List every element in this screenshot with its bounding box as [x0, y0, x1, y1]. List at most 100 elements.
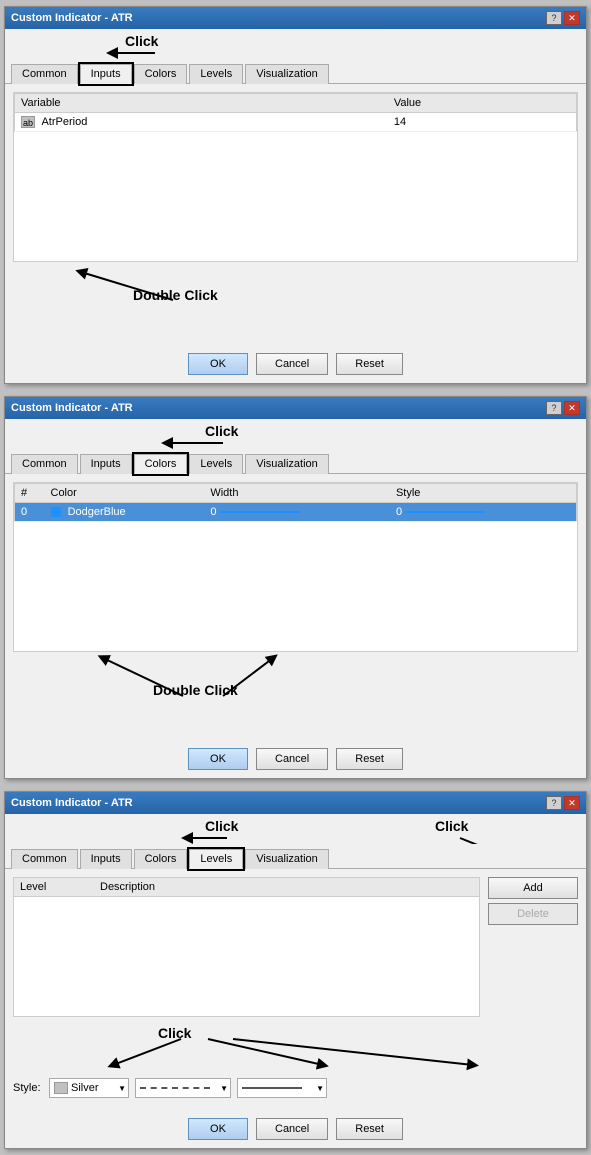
color-name: DodgerBlue [68, 506, 126, 518]
style-section: Click [13, 1017, 578, 1102]
reset-button-1[interactable]: Reset [336, 353, 403, 375]
close-button-2[interactable]: ✕ [564, 401, 580, 415]
tab-levels-2[interactable]: Levels [189, 454, 243, 474]
title-bar-1: Custom Indicator - ATR ? ✕ [5, 7, 586, 29]
tab-bar-1: Common Inputs Colors Levels Visualizatio… [5, 59, 586, 84]
line-style-select-1[interactable]: ▼ [135, 1078, 231, 1098]
col-color: Color [45, 484, 205, 503]
tab-levels-1[interactable]: Levels [189, 64, 243, 84]
style-row: Style: Silver ▼ ▼ ▼ [13, 1072, 578, 1102]
line-style-select-2[interactable]: ▼ [237, 1078, 327, 1098]
dblclick-arrow-1 [13, 262, 313, 337]
line-sample [220, 511, 300, 513]
click-arrow-3b [13, 1017, 591, 1072]
dashed-line-icon [140, 1087, 210, 1089]
cell-style: 0 [390, 503, 577, 522]
color-box-silver [54, 1082, 68, 1094]
row-icon: ab [21, 116, 35, 128]
tab-colors-1[interactable]: Colors [134, 64, 188, 84]
col-level: Level [20, 881, 100, 893]
table-row[interactable]: 0 DodgerBlue 0 0 [15, 503, 577, 522]
cancel-button-2[interactable]: Cancel [256, 748, 328, 770]
color-dropdown-arrow: ▼ [118, 1084, 126, 1093]
color-select-label: Silver [71, 1082, 99, 1094]
color-select[interactable]: Silver ▼ [49, 1078, 129, 1098]
ok-button-3[interactable]: OK [188, 1118, 248, 1140]
annotation-row-3: Click Click [5, 814, 586, 844]
table-container-2: # Color Width Style 0 DodgerBlue [13, 482, 578, 652]
arrow-svg-2 [5, 419, 355, 449]
ok-button-2[interactable]: OK [188, 748, 248, 770]
annotation-row-2: Click [5, 419, 586, 449]
dialog-1: Custom Indicator - ATR ? ✕ Click Common … [4, 6, 587, 384]
add-button[interactable]: Add [488, 877, 578, 899]
style-label: Style: [13, 1082, 43, 1094]
col-width: Width [204, 484, 390, 503]
style-sample [405, 511, 485, 513]
colors-table: # Color Width Style 0 DodgerBlue [14, 483, 577, 522]
line-dropdown-arrow-2: ▼ [316, 1084, 324, 1093]
dialog-footer-2: OK Cancel Reset [5, 740, 586, 778]
click-area-3b: Click [13, 1017, 578, 1072]
tab-common-3[interactable]: Common [11, 849, 78, 869]
cell-color: DodgerBlue [45, 503, 205, 522]
dialog-body-2: # Color Width Style 0 DodgerBlue [5, 474, 586, 740]
reset-button-3[interactable]: Reset [336, 1118, 403, 1140]
tab-bar-2: Common Inputs Colors Levels Visualizatio… [5, 449, 586, 474]
close-button-1[interactable]: ✕ [564, 11, 580, 25]
col-variable: Variable [15, 94, 388, 113]
cancel-button-1[interactable]: Cancel [256, 353, 328, 375]
dialog-3: Custom Indicator - ATR ? ✕ Click Click C… [4, 791, 587, 1149]
tab-inputs-2[interactable]: Inputs [80, 454, 132, 474]
help-button-1[interactable]: ? [546, 11, 562, 25]
table-row[interactable]: ab AtrPeriod 14 [15, 113, 577, 132]
dblclick-area-2: Double Click [13, 652, 578, 732]
cell-width: 0 [204, 503, 390, 522]
title-text-3: Custom Indicator - ATR [11, 797, 133, 809]
table-container-1: Variable Value ab AtrPeriod 14 [13, 92, 578, 262]
tab-visualization-1[interactable]: Visualization [245, 64, 329, 84]
tab-visualization-3[interactable]: Visualization [245, 849, 329, 869]
tab-colors-2[interactable]: Colors [134, 454, 188, 474]
title-controls-3: ? ✕ [546, 796, 580, 810]
tab-common-1[interactable]: Common [11, 64, 78, 84]
dialog-footer-3: OK Cancel Reset [5, 1110, 586, 1148]
cell-variable-text: AtrPeriod [41, 116, 87, 128]
ok-button-1[interactable]: OK [188, 353, 248, 375]
col-style: Style [390, 484, 577, 503]
close-button-3[interactable]: ✕ [564, 796, 580, 810]
annotation-row-1: Click [5, 29, 586, 59]
dblclick-arrow-2 [13, 652, 413, 732]
help-button-2[interactable]: ? [546, 401, 562, 415]
tab-levels-3[interactable]: Levels [189, 849, 243, 869]
inputs-table-1: Variable Value ab AtrPeriod 14 [14, 93, 577, 132]
cancel-button-3[interactable]: Cancel [256, 1118, 328, 1140]
delete-button[interactable]: Delete [488, 903, 578, 925]
tab-visualization-2[interactable]: Visualization [245, 454, 329, 474]
title-bar-3: Custom Indicator - ATR ? ✕ [5, 792, 586, 814]
levels-right-panel: Add Delete [488, 877, 578, 1017]
dblclick-area-1: Double Click [13, 262, 578, 337]
levels-table-header: Level Description [14, 878, 479, 897]
title-text-1: Custom Indicator - ATR [11, 12, 133, 24]
dialog-footer-1: OK Cancel Reset [5, 345, 586, 383]
tab-colors-3[interactable]: Colors [134, 849, 188, 869]
cell-num: 0 [15, 503, 45, 522]
levels-table-container: Level Description [13, 877, 480, 1017]
tab-common-2[interactable]: Common [11, 454, 78, 474]
cell-value: 14 [388, 113, 577, 132]
title-text-2: Custom Indicator - ATR [11, 402, 133, 414]
col-value: Value [388, 94, 577, 113]
tab-inputs-3[interactable]: Inputs [80, 849, 132, 869]
line-dropdown-arrow-1: ▼ [220, 1084, 228, 1093]
title-controls-2: ? ✕ [546, 401, 580, 415]
reset-button-2[interactable]: Reset [336, 748, 403, 770]
tab-inputs-1[interactable]: Inputs [80, 64, 132, 84]
levels-panel: Level Description Add Delete [13, 877, 578, 1017]
arrow-svg-1 [5, 29, 305, 59]
cell-variable: ab AtrPeriod [15, 113, 388, 132]
help-button-3[interactable]: ? [546, 796, 562, 810]
arrow-svg-3 [5, 814, 591, 844]
dialog-body-1: Variable Value ab AtrPeriod 14 Do [5, 84, 586, 345]
tab-bar-3: Common Inputs Colors Levels Visualizatio… [5, 844, 586, 869]
